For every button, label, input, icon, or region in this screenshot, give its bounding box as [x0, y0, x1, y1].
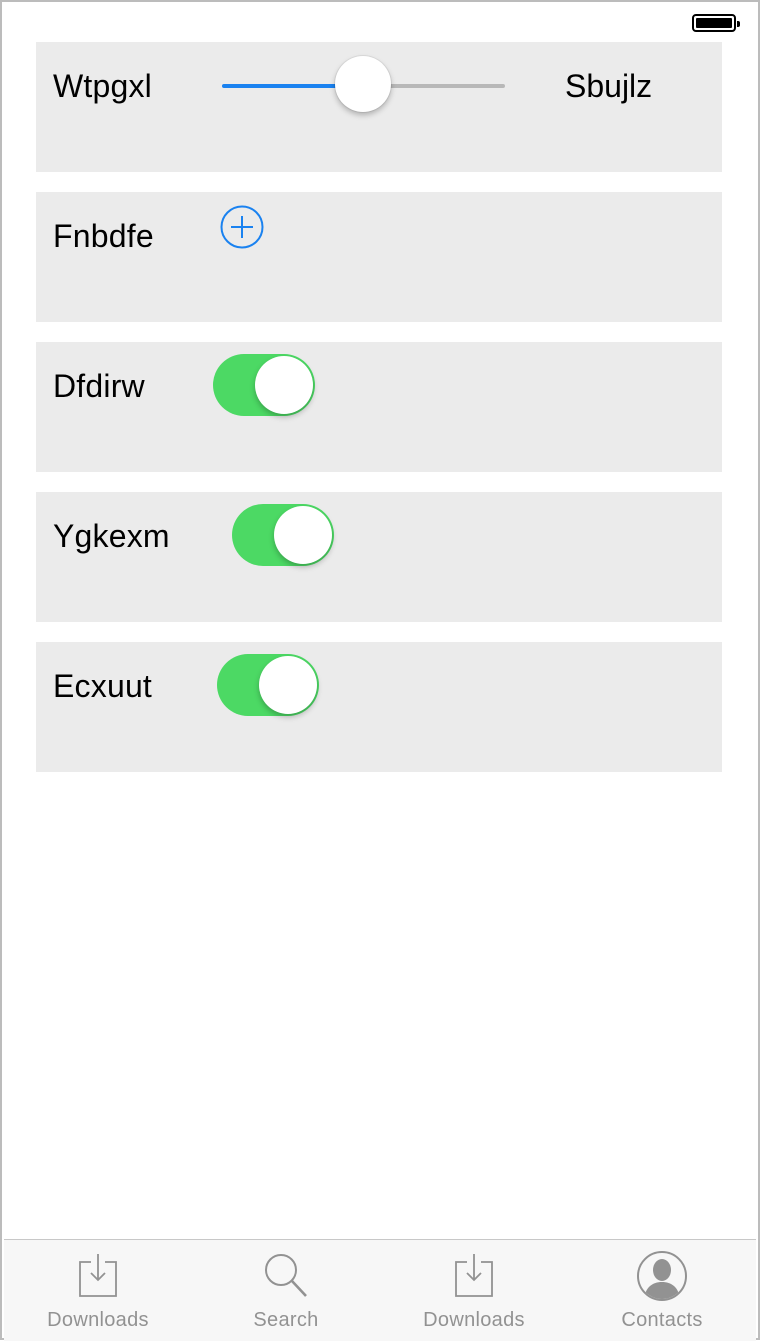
toggle-knob: [274, 506, 332, 564]
tab-label: Downloads: [47, 1309, 149, 1331]
plus-circle-icon[interactable]: [220, 205, 264, 249]
toggle-switch[interactable]: [232, 504, 334, 566]
tab-label: Search: [253, 1309, 319, 1331]
slider-row: Wtpgxl Sbujlz: [36, 42, 722, 172]
tab-bar: Downloads Search Downloads Contacts: [4, 1239, 756, 1341]
slider-label: Wtpgxl: [53, 68, 152, 104]
battery-icon: [692, 14, 740, 32]
add-row-label: Fnbdfe: [53, 218, 154, 254]
toggle-label: Ecxuut: [53, 668, 153, 704]
toggle-label: Ygkexm: [53, 518, 170, 554]
contact-icon: [637, 1251, 687, 1301]
toggle-row-ygkexm: Ygkexm: [36, 492, 722, 622]
tab-downloads[interactable]: Downloads: [4, 1240, 192, 1341]
download-icon: [455, 1254, 493, 1297]
tab-contacts[interactable]: Contacts: [568, 1240, 756, 1341]
tab-label: Contacts: [621, 1309, 703, 1331]
app-screen: Wtpgxl Sbujlz Fnbdfe Dfdirw Ygkexm Ecxuu…: [0, 0, 760, 1341]
slider-right-label: Sbujlz: [565, 68, 653, 104]
tab-search[interactable]: Search: [192, 1240, 380, 1341]
tab-label: Downloads: [423, 1309, 525, 1331]
toggle-row-ecxuut: Ecxuut: [36, 642, 722, 772]
slider-track-filled[interactable]: [222, 84, 352, 88]
search-icon: [265, 1254, 307, 1297]
toggle-switch[interactable]: [217, 654, 319, 716]
download-icon: [79, 1254, 117, 1297]
add-row: Fnbdfe: [36, 192, 722, 322]
tab-downloads-2[interactable]: Downloads: [380, 1240, 568, 1341]
toggle-knob: [259, 656, 317, 714]
toggle-label: Dfdirw: [53, 368, 145, 404]
slider-thumb[interactable]: [335, 56, 391, 112]
toggle-row-dfdirw: Dfdirw: [36, 342, 722, 472]
toggle-switch[interactable]: [213, 354, 315, 416]
toggle-knob: [255, 356, 313, 414]
